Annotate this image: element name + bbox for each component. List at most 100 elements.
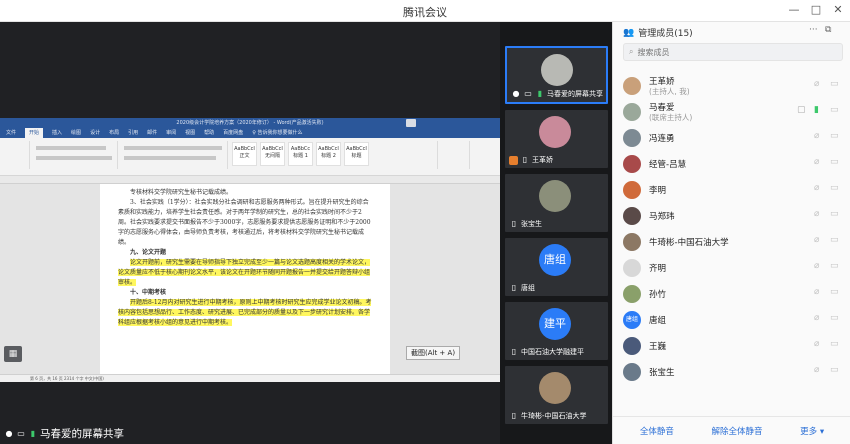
mic-off-icon[interactable]: ⌀ (814, 287, 819, 297)
member-row[interactable]: 齐明 ⌀ ▭ (613, 256, 850, 280)
mic-off-icon: ▯ (511, 283, 517, 292)
member-role: (联席主持人) (649, 113, 693, 122)
camera-off-icon[interactable]: ▭ (830, 339, 839, 349)
member-row[interactable]: 唐组 唐组 ⌀ ▭ (613, 308, 850, 332)
word-ribbon: AaBbCcI 正文 AaBbCcI 无间隔 AaBbCc 标题 1 AaBbC… (0, 138, 500, 176)
member-row[interactable]: 王巍 ⌀ ▭ (613, 334, 850, 358)
mic-off-icon[interactable]: ⌀ (814, 131, 819, 141)
member-search[interactable]: ⌕ (623, 43, 843, 61)
member-name: 孙竹 (649, 290, 667, 300)
avatar (623, 103, 641, 121)
maximize-icon[interactable]: □ (808, 2, 824, 18)
member-row[interactable]: 张宝生 ⌀ ▭ (613, 360, 850, 384)
camera-off-icon[interactable]: ▭ (830, 365, 839, 375)
style-title: AaBbCcI 标题 (344, 142, 369, 166)
window-title: 腾讯会议 (403, 6, 447, 19)
member-row[interactable]: 马郑玮 ⌀ ▭ (613, 204, 850, 228)
unmute-all-button[interactable]: 解除全体静音 (712, 425, 763, 437)
member-row[interactable]: 王革娇 (主持人, 我) ⌀ ▭ (613, 74, 850, 98)
camera-off-icon[interactable]: ▭ (830, 287, 839, 297)
title-bar: 腾讯会议 — □ ✕ (0, 0, 850, 22)
word-menu-tellme: ♀ 告诉我你想要做什么 (252, 130, 303, 136)
member-row[interactable]: 马春爱 (联席主持人) ▢ ▮ ▭ (613, 100, 850, 124)
camera-off-icon[interactable]: ▭ (830, 261, 839, 271)
video-tile[interactable]: 建平 ▯ 中国石油大学融建平 (505, 302, 608, 360)
avatar (623, 77, 641, 95)
style-normal: AaBbCcI 正文 (232, 142, 257, 166)
doc-highlight-4: 开题后8-12月内对研究生进行中期考核，原则上中期考核时研究生应完成学业论文初稿… (118, 299, 372, 326)
mic-off-icon[interactable]: ⌀ (814, 79, 819, 89)
mic-on-icon[interactable]: ▮ (814, 105, 819, 115)
layout-grid-icon[interactable]: ▦ (4, 346, 22, 362)
panel-header: 👥 管理成员(15) (623, 26, 693, 40)
camera-off-icon[interactable]: ▭ (830, 131, 839, 141)
member-name: 马郑玮 (649, 212, 675, 222)
word-page: 专核材料交学院研究生秘书记载成绩。 3、社会实践（1学分）：社会实践分社会调研和… (100, 188, 390, 368)
mic-off-icon[interactable]: ⌀ (814, 235, 819, 245)
word-status-bar: 第 6 页，共 16 页 2314 个字 中文(中国) (0, 374, 500, 382)
member-name: 李明 (649, 186, 667, 196)
video-tile[interactable]: ▯ 牛琦彬-中国石油大学 (505, 366, 608, 424)
video-column: ● ▭ ▮ 马春爱的屏幕共享 ▯ 王革娇 ▯ 张宝生 唐组 ▯ 唐组 建平 ▯ … (500, 22, 612, 444)
word-menu-review: 审阅 (166, 130, 177, 136)
video-tile[interactable]: 唐组 ▯ 唐组 (505, 238, 608, 296)
member-row[interactable]: 孙竹 ⌀ ▭ (613, 282, 850, 306)
word-menu-mail: 邮件 (147, 130, 158, 136)
avatar (623, 363, 641, 381)
video-label: ▯ 王革娇 (509, 155, 553, 165)
host-badge-icon (509, 155, 518, 165)
member-row[interactable]: 冯连勇 ⌀ ▭ (613, 126, 850, 150)
video-tile[interactable]: ▯ 张宝生 (505, 174, 608, 232)
word-menu-layout: 布局 (109, 130, 120, 136)
member-name: 经管-吕慧 (649, 160, 687, 170)
mic-off-icon[interactable]: ⌀ (814, 339, 819, 349)
camera-off-icon[interactable]: ▭ (830, 157, 839, 167)
member-name: 冯连勇 (649, 134, 675, 144)
screenshot-tooltip: 截图(Alt + A) (406, 346, 461, 360)
search-input[interactable] (637, 47, 818, 57)
word-title-bar: 2020级会计学院培养方案（2020年修订） - Word(产品激活失败) (0, 118, 500, 128)
doc-para-4: 开题后8-12月内对研究生进行中期考核，原则上中期考核时研究生应完成学业论文初稿… (118, 298, 372, 328)
video-photo (539, 372, 571, 404)
video-label: ● ▭ ▮ 马春爱的屏幕共享 (511, 89, 604, 99)
mic-off-icon[interactable]: ⌀ (814, 313, 819, 323)
mic-off-icon[interactable]: ⌀ (814, 209, 819, 219)
more-button[interactable]: 更多 ▾ (800, 425, 824, 437)
camera-off-icon[interactable]: ▭ (830, 183, 839, 193)
camera-off-icon[interactable]: ▭ (830, 235, 839, 245)
mic-off-icon: ▯ (522, 155, 528, 164)
minimize-icon[interactable]: — (786, 2, 802, 18)
member-row[interactable]: 牛琦彬-中国石油大学 ⌀ ▭ (613, 230, 850, 254)
mic-off-icon[interactable]: ⌀ (814, 365, 819, 375)
video-photo (541, 54, 573, 86)
camera-off-icon[interactable]: ▭ (830, 105, 839, 115)
avatar (623, 285, 641, 303)
more-dots-icon[interactable]: ··· (809, 25, 818, 35)
member-row[interactable]: 李明 ⌀ ▭ (613, 178, 850, 202)
avatar (623, 181, 641, 199)
camera-off-icon[interactable]: ▭ (830, 313, 839, 323)
word-ruler (0, 176, 500, 184)
screen-share-label: ● ▭ ▮ 马春爱的屏幕共享 (4, 426, 125, 441)
video-name: 马春爱的屏幕共享 (547, 90, 603, 98)
panel-footer: 全体静音 解除全体静音 更多 ▾ (613, 416, 850, 444)
mic-off-icon[interactable]: ⌀ (814, 183, 819, 193)
word-styles-gallery: AaBbCcI 正文 AaBbCcI 无间隔 AaBbCc 标题 1 AaBbC… (232, 142, 369, 166)
camera-off-icon[interactable]: ▭ (830, 209, 839, 219)
word-menu-help: 帮助 (204, 130, 215, 136)
close-icon[interactable]: ✕ (830, 2, 846, 18)
mic-off-icon[interactable]: ⌀ (814, 157, 819, 167)
video-tile[interactable]: ● ▭ ▮ 马春爱的屏幕共享 (505, 46, 608, 104)
user-icon: ● (5, 428, 13, 438)
camera-off-icon[interactable]: ▭ (830, 79, 839, 89)
mute-all-button[interactable]: 全体静音 (640, 425, 674, 437)
mic-off-icon[interactable]: ⌀ (814, 261, 819, 271)
screen-share-icon: ▢ (797, 105, 806, 115)
screen-icon: ▭ (17, 428, 25, 438)
sharer-name: 马春爱的屏幕共享 (40, 428, 124, 440)
video-tile[interactable]: ▯ 王革娇 (505, 110, 608, 168)
share-icon (406, 119, 416, 127)
member-row[interactable]: 经管-吕慧 ⌀ ▭ (613, 152, 850, 176)
popout-icon[interactable]: ⧉ (825, 25, 831, 35)
video-name: 王革娇 (532, 156, 553, 164)
